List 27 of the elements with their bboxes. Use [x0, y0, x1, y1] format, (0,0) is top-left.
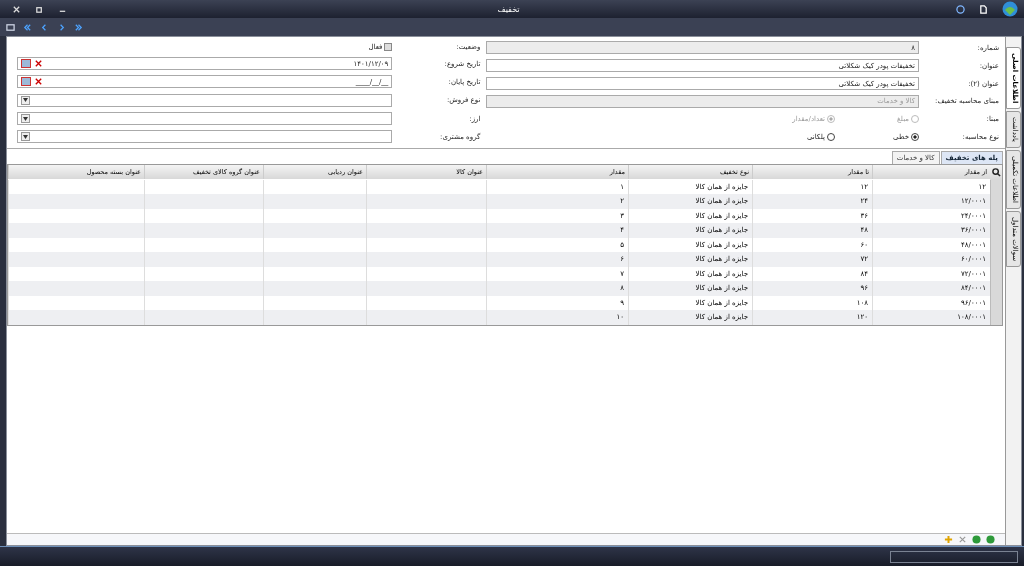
last-icon[interactable] — [74, 22, 83, 32]
document-icon[interactable] — [979, 4, 988, 14]
radio-button[interactable] — [911, 133, 919, 142]
add-icon[interactable] — [944, 535, 953, 544]
first-icon[interactable] — [23, 22, 32, 32]
logo-icon — [1002, 1, 1018, 17]
restore-icon[interactable] — [35, 4, 44, 14]
select-field[interactable] — [17, 130, 393, 144]
select-field[interactable] — [17, 112, 393, 126]
close-icon[interactable] — [12, 4, 21, 14]
confirm-icon[interactable] — [972, 535, 981, 544]
previous-icon[interactable] — [40, 22, 49, 32]
dropdown-icon[interactable] — [23, 116, 28, 121]
delete-icon[interactable] — [958, 535, 967, 544]
next-icon[interactable] — [57, 22, 66, 32]
refresh-icon[interactable] — [986, 535, 995, 544]
clear-icon[interactable] — [34, 59, 43, 69]
help-icon[interactable] — [956, 4, 965, 14]
clear-icon[interactable] — [34, 77, 43, 87]
search-icon[interactable] — [991, 167, 1001, 177]
select-field[interactable] — [17, 93, 393, 107]
dropdown-icon[interactable] — [23, 134, 28, 139]
radio-button[interactable] — [827, 133, 835, 142]
checkbox[interactable] — [384, 42, 393, 51]
dropdown-icon[interactable] — [23, 98, 28, 103]
window-title: تخفیف — [497, 4, 520, 14]
grid-icon[interactable] — [6, 22, 15, 32]
